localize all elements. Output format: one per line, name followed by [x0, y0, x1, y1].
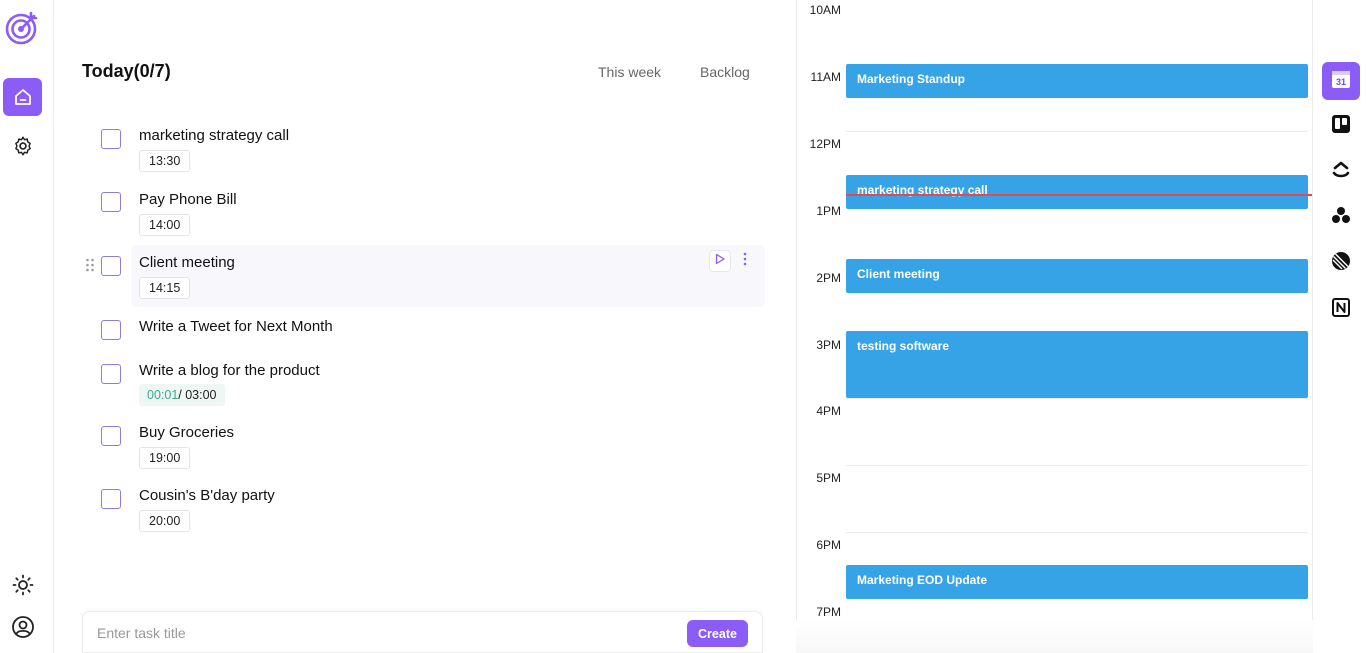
- task-checkbox[interactable]: [101, 129, 121, 149]
- calendar-event[interactable]: Marketing Standup: [846, 64, 1308, 98]
- task-title: Pay Phone Bill: [139, 191, 237, 208]
- task-title: Buy Groceries: [139, 424, 235, 441]
- theme-toggle-button[interactable]: [3, 566, 42, 604]
- task-item-content: Client meeting 14:15: [55, 248, 755, 304]
- task-item[interactable]: Pay Phone Bill 14:00: [55, 185, 755, 241]
- drag-handle-icon[interactable]: [85, 258, 95, 272]
- task-timer-badge[interactable]: 00:01/ 03:00: [139, 384, 225, 406]
- timer-total: / 03:00: [178, 388, 217, 402]
- task-item[interactable]: Write a blog for the product 00:01/ 03:0…: [55, 356, 755, 412]
- target-arrow-icon[interactable]: [4, 10, 40, 46]
- sun-icon: [12, 574, 34, 596]
- task-time-badge[interactable]: 20:00: [139, 510, 191, 532]
- task-title: Cousin's B'day party: [139, 487, 275, 504]
- start-timer-button[interactable]: [709, 250, 731, 272]
- task-item[interactable]: Write a Tweet for Next Month: [55, 312, 755, 348]
- hour-line: [846, 131, 1308, 132]
- task-title: Write a Tweet for Next Month: [139, 318, 333, 335]
- task-title: marketing strategy call: [139, 127, 290, 144]
- more-vertical-icon: [743, 252, 747, 271]
- integrations-rail: 31: [1314, 0, 1366, 653]
- integration-trello[interactable]: [1322, 107, 1360, 145]
- google-calendar-icon: 31: [1330, 68, 1352, 95]
- integration-clickup[interactable]: [1322, 153, 1360, 191]
- sidebar-item-home[interactable]: [3, 78, 42, 116]
- task-panel: Today(0/7) This week Backlog marketing s…: [55, 0, 796, 653]
- app: Today(0/7) This week Backlog marketing s…: [0, 0, 1366, 653]
- calendar-event[interactable]: testing software: [846, 331, 1308, 398]
- task-title: Client meeting: [139, 254, 235, 271]
- tab-this-week[interactable]: This week: [598, 64, 661, 80]
- calendar-event[interactable]: Marketing EOD Update: [846, 565, 1308, 599]
- clickup-icon: [1331, 160, 1351, 185]
- new-task-bar: Create: [82, 611, 763, 653]
- hour-label: 10AM: [809, 3, 841, 17]
- task-time-badge[interactable]: 19:00: [139, 447, 191, 469]
- calendar-event[interactable]: Client meeting: [846, 259, 1308, 293]
- hour-label: 1PM: [816, 204, 841, 218]
- user-circle-icon: [11, 615, 35, 639]
- timer-elapsed: 00:01: [147, 388, 179, 402]
- hour-label: 7PM: [816, 605, 841, 619]
- hour-label: 4PM: [816, 404, 841, 418]
- page-title: Today(0/7): [82, 61, 171, 81]
- notion-icon: [1331, 297, 1351, 322]
- task-checkbox[interactable]: [101, 192, 121, 212]
- task-time-badge[interactable]: 13:30: [139, 150, 191, 172]
- create-button[interactable]: Create: [687, 620, 748, 647]
- task-checkbox[interactable]: [101, 256, 121, 276]
- task-title: Write a blog for the product: [139, 362, 320, 379]
- hour-label: 3PM: [816, 338, 841, 352]
- task-title-input[interactable]: [97, 622, 657, 644]
- hour-line: [846, 532, 1308, 533]
- linear-icon: [1331, 251, 1351, 276]
- hour-label: 2PM: [816, 271, 841, 285]
- task-item[interactable]: marketing strategy call 13:30: [55, 121, 755, 177]
- hour-label: 11AM: [810, 70, 841, 84]
- task-more-button[interactable]: [734, 250, 756, 272]
- hour-label: 6PM: [816, 538, 841, 552]
- hour-line: [846, 398, 1308, 399]
- integration-linear[interactable]: [1322, 244, 1360, 282]
- tab-backlog[interactable]: Backlog: [700, 64, 750, 80]
- gear-icon: [12, 135, 34, 157]
- task-item[interactable]: Cousin's B'day party 20:00: [55, 481, 755, 537]
- calendar-panel[interactable]: 10AM 11AM 12PM 1PM 2PM 3PM 4PM 5PM 6PM 7…: [796, 0, 1313, 620]
- task-item[interactable]: Buy Groceries 19:00: [55, 418, 755, 474]
- integration-google-calendar[interactable]: 31: [1322, 62, 1360, 100]
- task-time-badge[interactable]: 14:15: [139, 277, 191, 299]
- hour-label: 12PM: [809, 137, 841, 151]
- asana-icon: [1331, 205, 1351, 230]
- play-icon: [714, 252, 726, 270]
- calendar-event[interactable]: marketing strategy call: [846, 175, 1308, 209]
- hour-label: 5PM: [816, 471, 841, 485]
- task-checkbox[interactable]: [101, 426, 121, 446]
- sidebar-item-settings[interactable]: [3, 127, 42, 165]
- task-checkbox[interactable]: [101, 320, 121, 340]
- task-checkbox[interactable]: [101, 489, 121, 509]
- integration-notion[interactable]: [1322, 290, 1360, 328]
- hour-line: [846, 465, 1308, 466]
- task-checkbox[interactable]: [101, 364, 121, 384]
- home-icon: [13, 87, 33, 107]
- sidebar: [0, 0, 54, 653]
- trello-icon: [1331, 114, 1351, 139]
- profile-button[interactable]: [3, 608, 42, 646]
- current-time-indicator: [846, 194, 1312, 196]
- task-time-badge[interactable]: 14:00: [139, 214, 191, 236]
- svg-text:31: 31: [1336, 77, 1346, 87]
- integration-asana[interactable]: [1322, 198, 1360, 236]
- calendar-fade: [796, 620, 1313, 653]
